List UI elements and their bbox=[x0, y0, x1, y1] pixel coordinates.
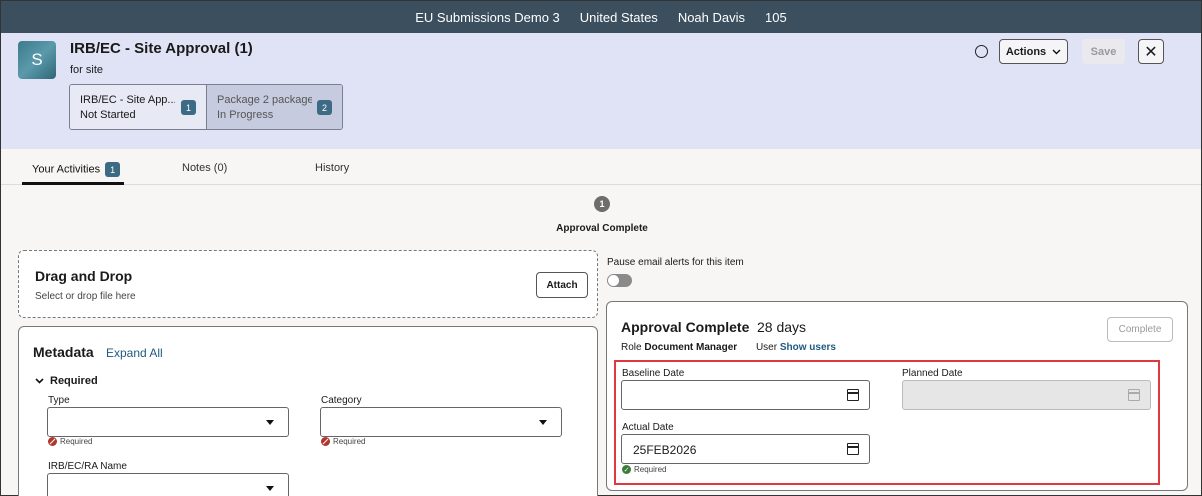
required-text: Required bbox=[333, 437, 366, 446]
expand-all-link[interactable]: Expand All bbox=[106, 346, 163, 360]
approval-title: Approval Complete bbox=[621, 319, 750, 335]
check-icon: ✓ bbox=[622, 465, 631, 474]
tab-history[interactable]: History bbox=[315, 162, 349, 174]
chevron-down-icon bbox=[35, 378, 44, 384]
actions-button[interactable]: Actions bbox=[999, 39, 1068, 64]
complete-button[interactable]: Complete bbox=[1107, 317, 1173, 342]
calendar-icon[interactable] bbox=[847, 389, 859, 401]
error-icon bbox=[48, 437, 57, 446]
attach-button[interactable]: Attach bbox=[536, 272, 588, 298]
avatar: S bbox=[18, 41, 56, 79]
metadata-panel: Metadata Expand All Required Type Requir… bbox=[18, 326, 598, 496]
approval-duration: 28 days bbox=[757, 319, 807, 335]
country-name[interactable]: United States bbox=[570, 10, 668, 25]
caret-down-icon bbox=[266, 420, 274, 425]
error-icon bbox=[321, 437, 330, 446]
step-badge: 1 bbox=[181, 100, 196, 115]
tab-underline bbox=[22, 182, 124, 185]
workflow-steps: IRB/EC - Site App... Not Started 1 Packa… bbox=[69, 84, 343, 130]
chevron-down-icon bbox=[1052, 49, 1061, 54]
actual-date-label: Actual Date bbox=[622, 422, 674, 433]
status-circle-icon bbox=[975, 45, 988, 58]
approval-panel: Approval Complete 28 days Complete Role … bbox=[606, 301, 1188, 491]
category-required-note: Required bbox=[321, 437, 365, 446]
required-section-toggle[interactable]: Required bbox=[35, 375, 98, 387]
role-label: Role bbox=[621, 342, 642, 353]
actions-label: Actions bbox=[1005, 45, 1047, 58]
metadata-title: Metadata bbox=[33, 344, 94, 360]
close-button[interactable]: ✕ bbox=[1138, 39, 1164, 64]
type-required-note: Required bbox=[48, 437, 92, 446]
required-text: Required bbox=[60, 437, 93, 446]
drag-drop-hint: Select or drop file here bbox=[35, 291, 136, 302]
baseline-date-label: Baseline Date bbox=[622, 368, 685, 379]
tab-label: Your Activities bbox=[32, 163, 101, 176]
count-badge[interactable]: 105 bbox=[755, 10, 797, 25]
show-users-link[interactable]: Show users bbox=[780, 342, 836, 353]
step-package-2[interactable]: Package 2 package... In Progress 2 bbox=[206, 85, 342, 129]
actual-date-value: 25FEB2026 bbox=[633, 443, 697, 457]
user-label: User bbox=[755, 342, 778, 353]
tab-bar: Your Activities 1 Notes (0) History bbox=[1, 149, 1201, 185]
step-name: IRB/EC - Site App... bbox=[80, 94, 175, 106]
baseline-date-input[interactable] bbox=[621, 380, 870, 410]
approval-meta: Role Document Manager User Show users bbox=[621, 342, 836, 353]
actual-date-input[interactable]: 25FEB2026 bbox=[621, 434, 870, 464]
role-value: Document Manager bbox=[644, 342, 738, 353]
category-select[interactable] bbox=[320, 407, 562, 437]
page-header: S IRB/EC - Site Approval (1) for site Ac… bbox=[1, 33, 1201, 149]
actual-date-required-note: ✓ Required bbox=[622, 465, 666, 474]
stage-number: 1 bbox=[594, 196, 610, 212]
tab-count-badge: 1 bbox=[105, 162, 121, 177]
caret-down-icon bbox=[539, 420, 547, 425]
drag-drop-title: Drag and Drop bbox=[35, 268, 133, 284]
save-button[interactable]: Save bbox=[1082, 39, 1125, 64]
close-icon: ✕ bbox=[1144, 43, 1158, 61]
step-name: Package 2 package... bbox=[217, 94, 312, 106]
planned-date-label: Planned Date bbox=[902, 368, 963, 379]
type-label: Type bbox=[48, 395, 70, 406]
tab-your-activities[interactable]: Your Activities 1 bbox=[32, 162, 121, 177]
tab-notes[interactable]: Notes (0) bbox=[182, 162, 227, 174]
planned-date-input bbox=[902, 380, 1151, 410]
date-fields-highlight: Baseline Date Planned Date Actual Date 2… bbox=[614, 360, 1160, 485]
irb-name-label: IRB/EC/RA Name bbox=[48, 461, 127, 472]
caret-down-icon bbox=[266, 486, 274, 491]
required-text: Required bbox=[634, 465, 667, 474]
step-site-approval[interactable]: IRB/EC - Site App... Not Started 1 bbox=[70, 85, 206, 129]
drag-drop-zone[interactable]: Drag and Drop Select or drop file here A… bbox=[18, 250, 598, 318]
irb-name-select[interactable] bbox=[47, 473, 289, 496]
calendar-icon bbox=[1128, 389, 1140, 401]
user-name[interactable]: Noah Davis bbox=[668, 10, 755, 25]
step-badge: 2 bbox=[317, 100, 332, 115]
pause-alerts-toggle[interactable] bbox=[607, 274, 632, 287]
study-name[interactable]: EU Submissions Demo 3 bbox=[405, 10, 570, 25]
pause-alerts-label: Pause email alerts for this item bbox=[607, 257, 744, 268]
stage-label: Approval Complete bbox=[556, 223, 648, 234]
calendar-icon[interactable] bbox=[847, 443, 859, 455]
page-subtitle: for site bbox=[70, 64, 104, 76]
required-section-label: Required bbox=[50, 375, 98, 387]
category-label: Category bbox=[321, 395, 362, 406]
type-select[interactable] bbox=[47, 407, 289, 437]
page-title: IRB/EC - Site Approval (1) bbox=[70, 40, 253, 57]
top-bar: EU Submissions Demo 3 United States Noah… bbox=[1, 1, 1201, 33]
